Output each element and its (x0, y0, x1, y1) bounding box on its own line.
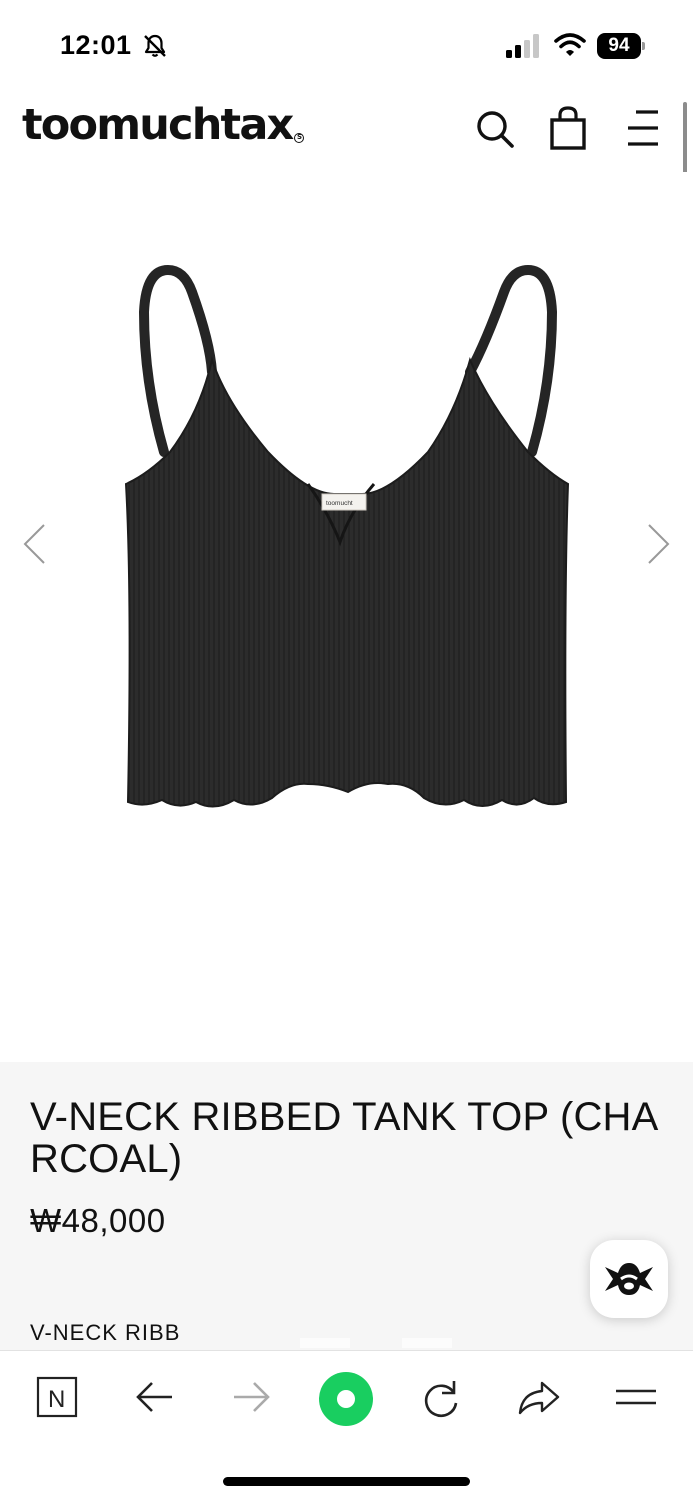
logo-mark: S (294, 133, 305, 143)
chat-button[interactable] (590, 1240, 668, 1318)
chat-mascot-icon (605, 1263, 653, 1295)
product-image[interactable]: toomucht (118, 262, 578, 822)
browser-toolbar: N (0, 1350, 693, 1500)
battery-level: 94 (597, 33, 641, 59)
hamburger-menu-icon[interactable] (624, 106, 666, 150)
forward-arrow-icon[interactable] (224, 1373, 278, 1423)
share-icon[interactable] (512, 1373, 566, 1423)
bell-slash-icon (144, 34, 166, 57)
wifi-icon (554, 33, 586, 56)
product-info: V-NECK RIBBED TANK TOP (CHARCOAL) ₩48,00… (0, 1062, 693, 1362)
product-price: ₩48,000 (30, 1202, 166, 1239)
battery-cap (642, 42, 645, 50)
tabs-menu-icon[interactable] (610, 1373, 664, 1423)
site-header: toomuchtax S (0, 92, 693, 172)
back-arrow-icon[interactable] (128, 1373, 182, 1423)
status-bar: 12:01 94 (0, 0, 693, 92)
site-logo[interactable]: toomuchtax S (22, 100, 305, 150)
chevron-left-icon[interactable] (22, 522, 48, 566)
naver-icon[interactable]: N (30, 1373, 84, 1423)
logo-text: toomuchtax (22, 100, 294, 150)
battery-indicator: 94 (597, 33, 645, 59)
green-assistant-icon[interactable] (318, 1371, 374, 1427)
shopping-bag-icon[interactable] (547, 106, 589, 150)
refresh-icon[interactable] (414, 1373, 468, 1423)
status-time: 12:01 (60, 30, 132, 60)
page: 12:01 94 toomuchtax S toomucht V-NECK RI… (0, 0, 693, 1500)
chevron-right-icon[interactable] (645, 522, 671, 566)
product-label-tag: toomucht (326, 500, 353, 507)
product-description: V-NECK RIBB (30, 1320, 181, 1345)
detail-tab-stub (402, 1338, 452, 1348)
product-title: V-NECK RIBBED TANK TOP (CHARCOAL) (30, 1095, 659, 1181)
signal-icon (506, 34, 539, 58)
detail-tab-stub (300, 1338, 350, 1348)
naver-label: N (48, 1386, 65, 1413)
search-icon[interactable] (474, 106, 516, 150)
home-indicator[interactable] (223, 1477, 470, 1486)
product-gallery[interactable]: toomucht (0, 172, 693, 1062)
